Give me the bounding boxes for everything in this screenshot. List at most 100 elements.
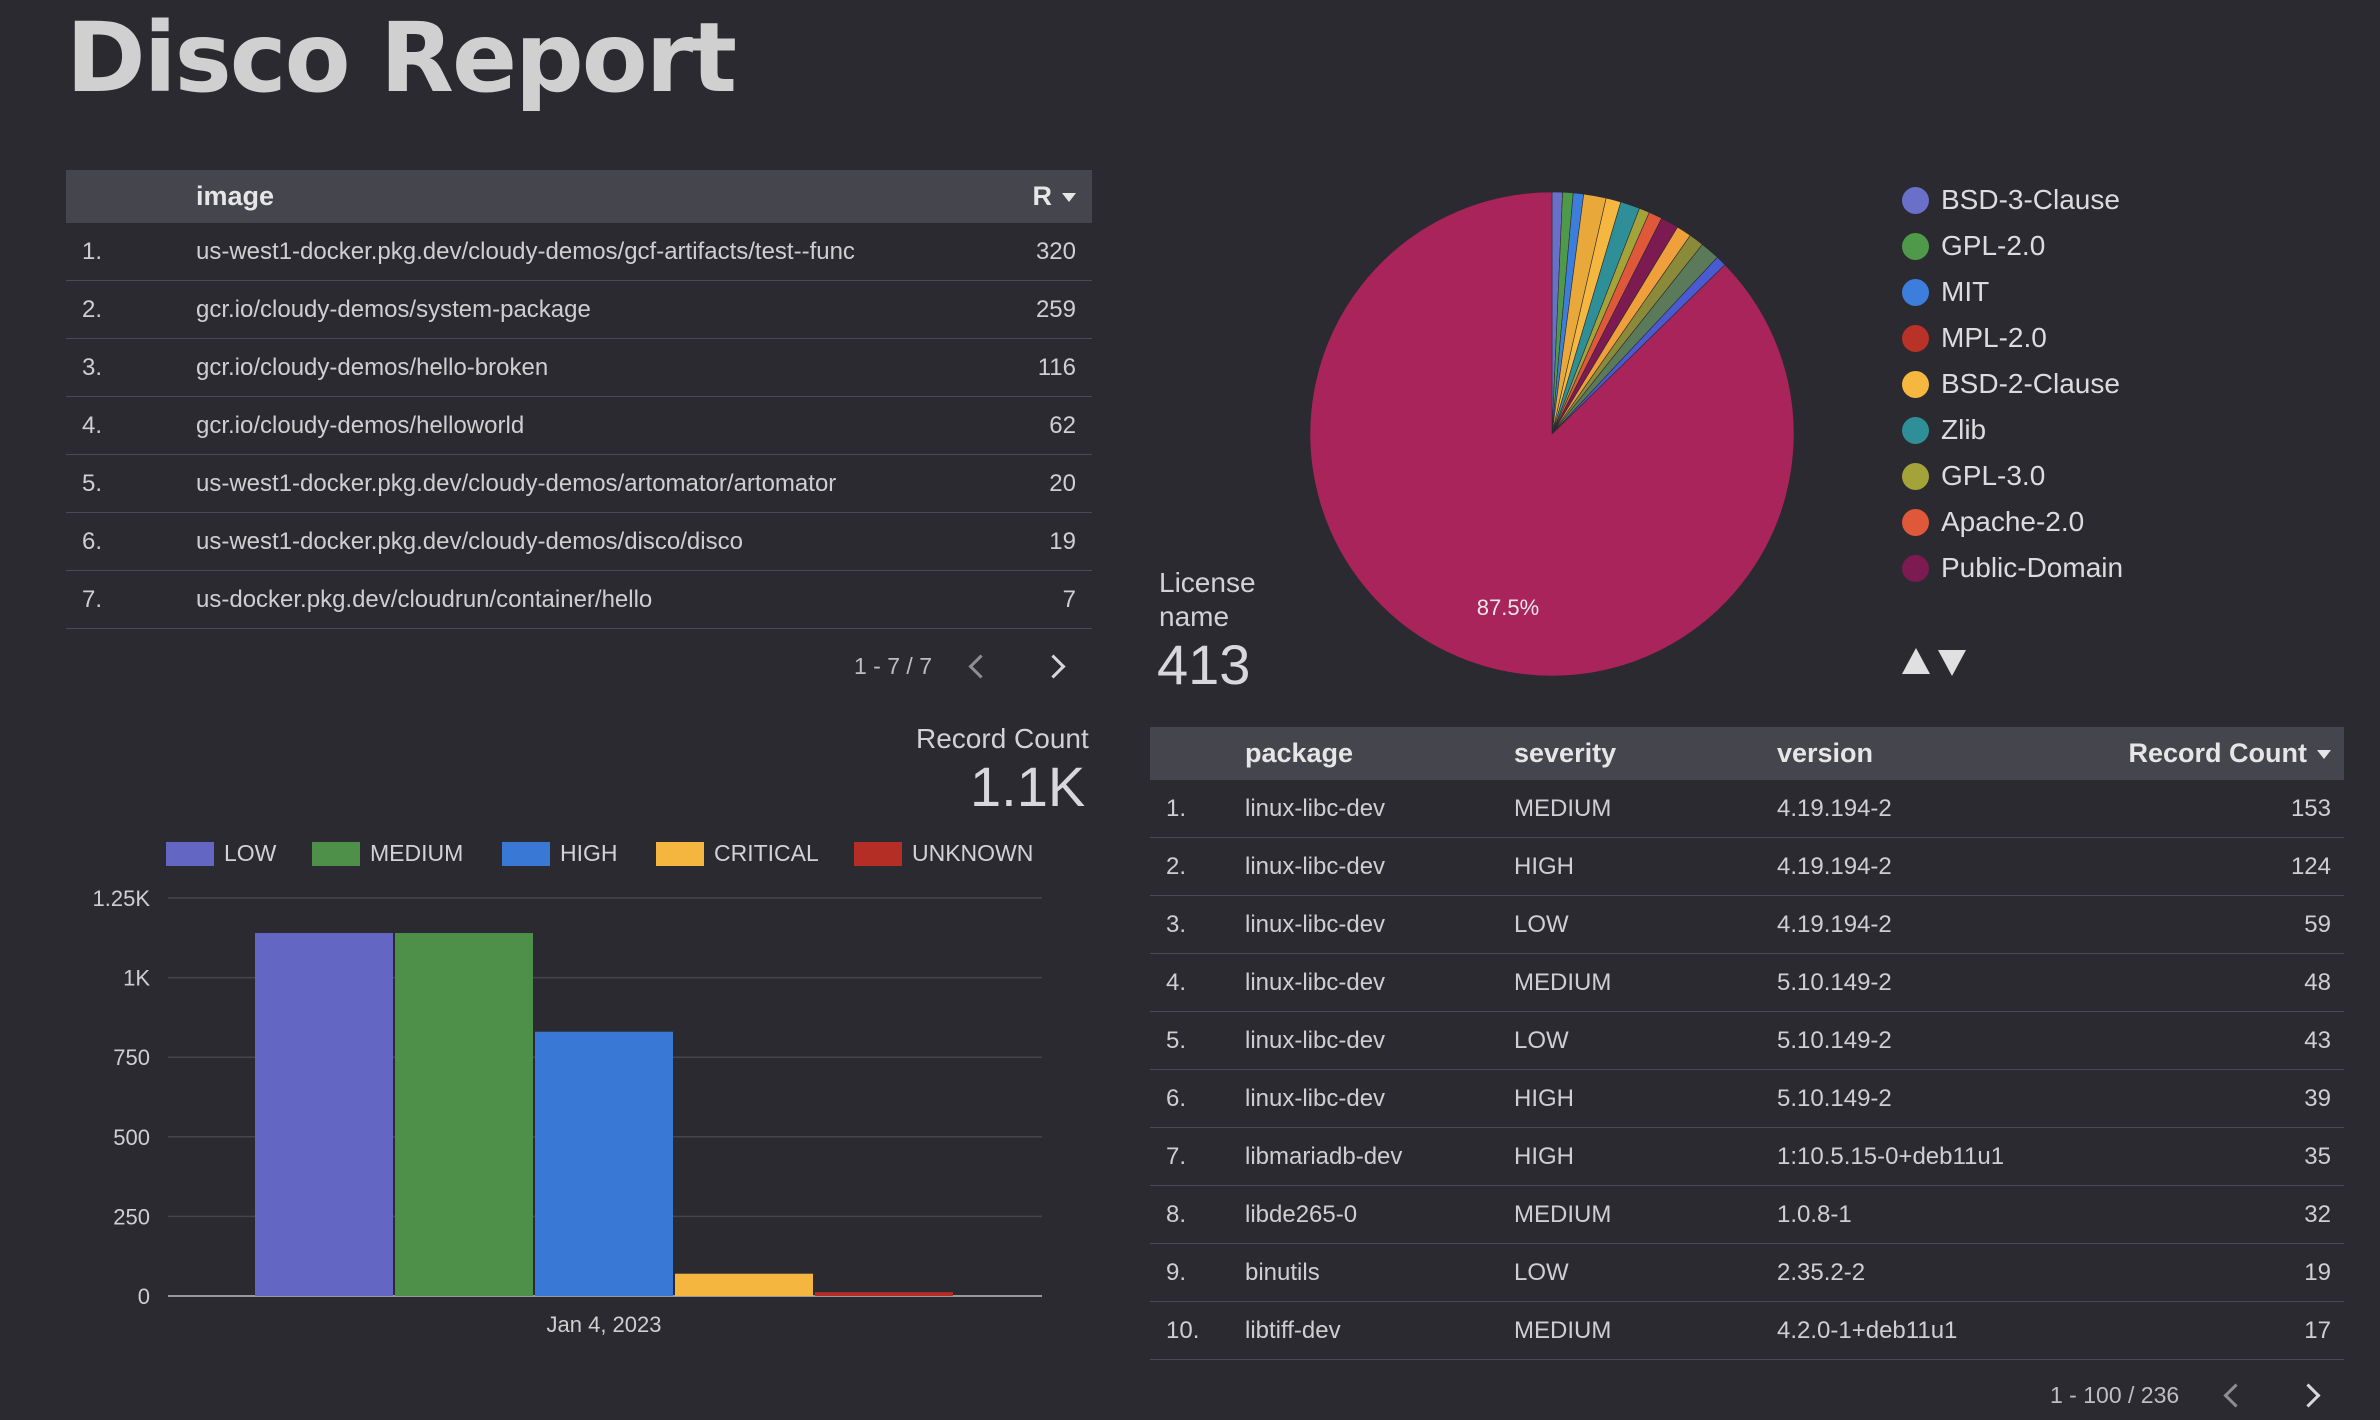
legend-item[interactable]: BSD-2-Clause: [1902, 368, 2120, 400]
chevron-right-icon[interactable]: [2296, 1383, 2321, 1408]
severity-bar-chart: 0 250 500 750 1K 1.25K Jan 4, 2023: [93, 886, 1042, 1337]
legend-item[interactable]: BSD-3-Clause: [1902, 184, 2120, 216]
version-cell: 4.19.194-2: [1777, 852, 1892, 880]
bar[interactable]: [675, 1273, 813, 1296]
row-index: 1.: [82, 237, 103, 265]
package-cell: linux-libc-dev: [1245, 968, 1386, 996]
chevron-left-icon[interactable]: [968, 654, 993, 679]
legend-label: MIT: [1941, 276, 1990, 307]
record-count-cell: 19: [2304, 1258, 2331, 1286]
image-cell: gcr.io/cloudy-demos/hello-broken: [196, 353, 549, 381]
column-header-record-count[interactable]: R: [1002, 181, 1076, 212]
table-row[interactable]: 6. us-west1-docker.pkg.dev/cloudy-demos/d…: [66, 513, 1092, 571]
package-table-pagination: 1 - 100 / 236: [2050, 1382, 2321, 1409]
legend-item[interactable]: Zlib: [1902, 414, 1986, 446]
version-cell: 4.19.194-2: [1777, 794, 1892, 822]
severity-cell: HIGH: [1514, 852, 1574, 880]
column-header-image[interactable]: image: [196, 181, 1002, 212]
image-table-pagination: 1 - 7 / 7: [854, 653, 1066, 680]
record-count-cell: 320: [1035, 237, 1076, 265]
table-row[interactable]: 5. us-west1-docker.pkg.dev/cloudy-demos/a…: [66, 455, 1092, 513]
table-row[interactable]: 3. gcr.io/cloudy-demos/hello-broken 116: [66, 339, 1092, 397]
legend-item[interactable]: MIT: [1902, 276, 1989, 308]
version-cell: 1:10.5.15-0+deb11u1: [1777, 1142, 2005, 1170]
chevron-right-icon[interactable]: [1041, 654, 1066, 679]
pagination-label: 1 - 100 / 236: [2050, 1382, 2180, 1408]
severity-cell: MEDIUM: [1514, 968, 1612, 996]
package-cell: binutils: [1245, 1258, 1320, 1286]
table-row[interactable]: 2. linux-libc-dev HIGH 4.19.194-2 124: [1150, 838, 2344, 896]
bar[interactable]: [815, 1292, 953, 1296]
legend-swatch: [1902, 278, 1929, 306]
bar[interactable]: [255, 933, 393, 1296]
table-row[interactable]: 2. gcr.io/cloudy-demos/system-package 259: [66, 281, 1092, 339]
legend-item[interactable]: GPL-2.0: [1902, 230, 2045, 262]
severity-cell: MEDIUM: [1514, 794, 1612, 822]
table-row[interactable]: 10. libtiff-dev MEDIUM 4.2.0-1+deb11u1 17: [1150, 1302, 2344, 1360]
legend-label: Apache-2.0: [1941, 506, 2085, 537]
legend-item[interactable]: Apache-2.0: [1902, 506, 2084, 538]
row-index: 6.: [1166, 1084, 1187, 1112]
record-count-cell: 59: [2304, 910, 2331, 938]
x-tick-label: Jan 4, 2023: [547, 1312, 662, 1337]
y-tick-label: 0: [138, 1284, 150, 1309]
page-title: Disco Report: [66, 2, 737, 114]
row-index: 4.: [1166, 968, 1187, 996]
record-count-cell: 259: [1035, 295, 1076, 323]
legend-label: GPL-2.0: [1941, 230, 2046, 261]
legend-label: Zlib: [1941, 414, 1987, 445]
arrow-up-icon[interactable]: [1902, 648, 1930, 674]
version-cell: 2.35.2-2: [1777, 1258, 1866, 1286]
row-index: 5.: [1166, 1026, 1187, 1054]
column-header-record-count[interactable]: Record Count: [2107, 738, 2331, 769]
legend-swatch: [1902, 370, 1929, 398]
severity-cell: MEDIUM: [1514, 1200, 1612, 1228]
table-row[interactable]: 1. linux-libc-dev MEDIUM 4.19.194-2 153: [1150, 780, 2344, 838]
table-row[interactable]: 4. linux-libc-dev MEDIUM 5.10.149-2 48: [1150, 954, 2344, 1012]
arrow-down-icon[interactable]: [1938, 650, 1966, 676]
column-header-package[interactable]: package: [1245, 738, 1514, 769]
column-header-severity[interactable]: severity: [1514, 738, 1777, 769]
legend-label: MPL-2.0: [1941, 322, 2047, 353]
package-cell: libde265-0: [1245, 1200, 1358, 1228]
table-row[interactable]: 7. libmariadb-dev HIGH 1:10.5.15-0+deb11u1 3…: [1150, 1128, 2344, 1186]
sort-desc-icon: [1062, 193, 1076, 203]
legend-item[interactable]: GPL-3.0: [1902, 460, 2045, 492]
y-tick-label: 1K: [123, 966, 150, 991]
bar[interactable]: [395, 933, 533, 1296]
record-count-cell: 153: [2290, 794, 2331, 822]
record-count-cell: 17: [2304, 1316, 2331, 1344]
record-scorecard-label: Record Count: [916, 723, 1089, 754]
legend-swatch: [1902, 554, 1929, 582]
table-row[interactable]: 7. us-docker.pkg.dev/cloudrun/container/h…: [66, 571, 1092, 629]
pie-data-label: 87.5%: [1477, 595, 1539, 620]
severity-cell: LOW: [1514, 1258, 1569, 1286]
legend-item[interactable]: MPL-2.0: [1902, 322, 2047, 354]
table-row[interactable]: 4. gcr.io/cloudy-demos/helloworld 62: [66, 397, 1092, 455]
license-pie-chart: 87.5%: [1309, 191, 1795, 677]
legend-label: BSD-3-Clause: [1941, 184, 2120, 215]
row-index: 3.: [82, 353, 103, 381]
table-row[interactable]: 3. linux-libc-dev LOW 4.19.194-2 59: [1150, 896, 2344, 954]
table-row[interactable]: 1. us-west1-docker.pkg.dev/cloudy-demos/g…: [66, 223, 1092, 281]
record-count-cell: 32: [2304, 1200, 2331, 1228]
image-cell: gcr.io/cloudy-demos/system-package: [196, 295, 591, 323]
row-index: 3.: [1166, 910, 1187, 938]
table-row[interactable]: 9. binutils LOW 2.35.2-2 19: [1150, 1244, 2344, 1302]
version-cell: 4.19.194-2: [1777, 910, 1892, 938]
bar[interactable]: [535, 1031, 673, 1296]
package-cell: libmariadb-dev: [1245, 1142, 1403, 1170]
version-cell: 1.0.8-1: [1777, 1200, 1852, 1228]
table-row[interactable]: 5. linux-libc-dev LOW 5.10.149-2 43: [1150, 1012, 2344, 1070]
chevron-left-icon[interactable]: [2223, 1383, 2248, 1408]
table-row[interactable]: 6. linux-libc-dev HIGH 5.10.149-2 39: [1150, 1070, 2344, 1128]
column-header-version[interactable]: version: [1777, 738, 2107, 769]
legend-swatch: [1902, 462, 1929, 490]
table-row[interactable]: 8. libde265-0 MEDIUM 1.0.8-1 32: [1150, 1186, 2344, 1244]
license-scorecard-label: License name: [1159, 567, 1256, 632]
record-count-cell: 116: [1037, 353, 1076, 381]
legend-label: BSD-2-Clause: [1941, 368, 2120, 399]
row-index: 8.: [1166, 1200, 1187, 1228]
legend-item[interactable]: Public-Domain: [1902, 552, 2123, 584]
package-cell: linux-libc-dev: [1245, 794, 1386, 822]
